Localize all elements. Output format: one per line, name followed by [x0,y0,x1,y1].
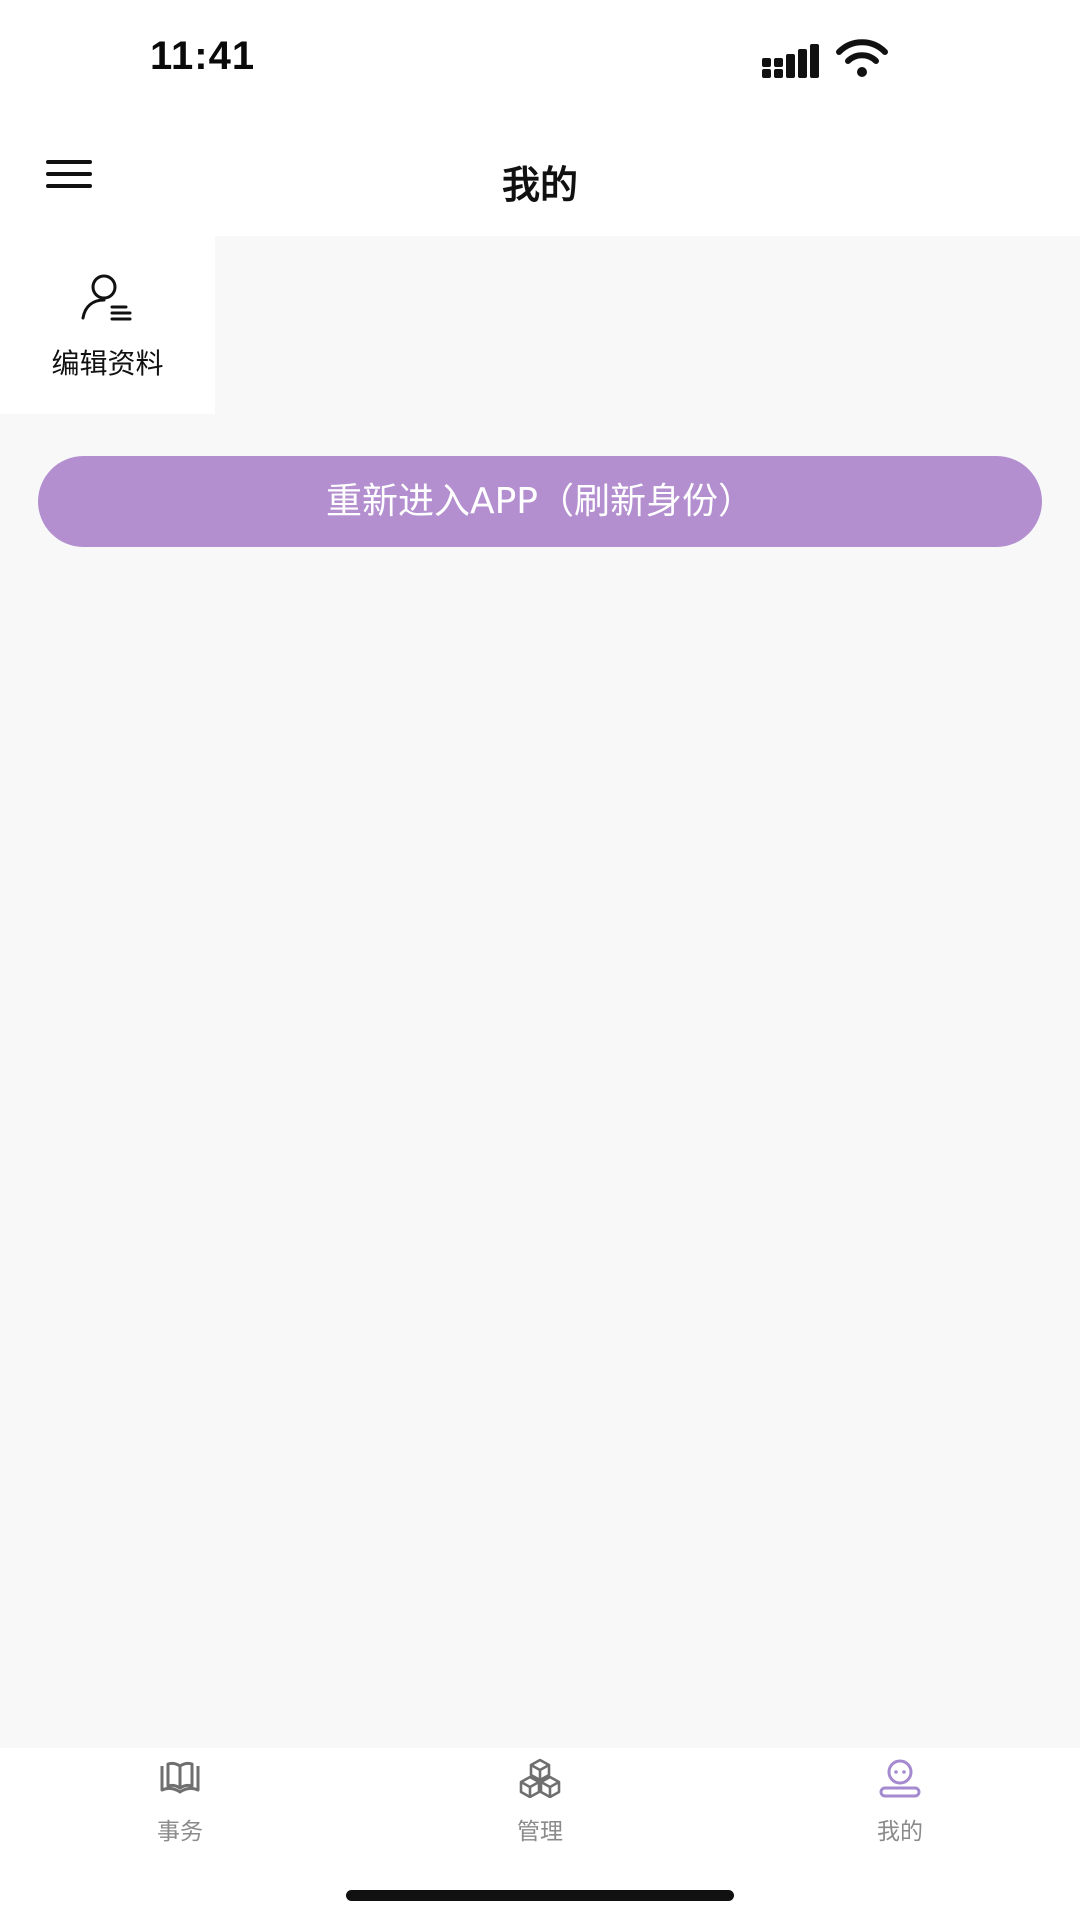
edit-profile-tile[interactable]: 编辑资料 [0,236,215,414]
tab-mine[interactable]: 我的 [790,1748,1010,1858]
tab-management[interactable]: 管理 [430,1748,650,1858]
edit-profile-icon [81,274,132,321]
tab-management-label: 管理 [517,1819,563,1845]
edit-profile-label: 编辑资料 [51,347,164,380]
wifi-icon [836,39,888,77]
tab-affairs[interactable]: 事务 [70,1748,290,1858]
status-time: 11:41 [150,34,256,78]
reenter-app-button[interactable]: 重新进入APP（刷新身份） [38,456,1042,547]
signal-icon [762,44,819,78]
open-book-icon [160,1761,200,1794]
tab-mine-label: 我的 [877,1819,923,1845]
home-indicator [346,1890,734,1901]
cubes-icon [519,1758,561,1798]
tab-bar: 事务 管理 我的 [0,1748,1080,1920]
page-title: 我的 [501,163,578,207]
tab-affairs-label: 事务 [157,1819,203,1845]
status-bar: 11:41 [0,0,1080,118]
profile-icon [879,1759,921,1798]
navigation-bar: 我的 [0,118,1080,236]
